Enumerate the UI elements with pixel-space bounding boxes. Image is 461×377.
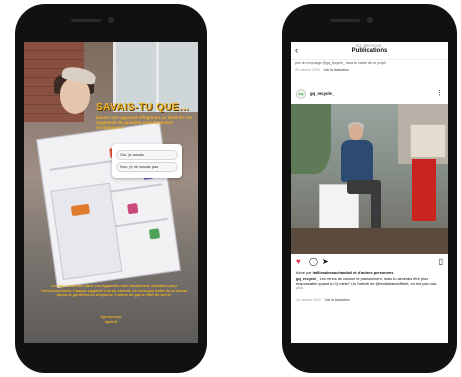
boxes-image	[410, 124, 446, 158]
caption-more-link[interactable]: plus	[296, 285, 303, 290]
comment-icon[interactable]: ◯	[309, 257, 318, 267]
bookmark-icon[interactable]: ▯	[439, 257, 443, 267]
tree-image	[291, 104, 331, 174]
post-header: GQ gq_recycle_ ⋮	[291, 87, 448, 101]
back-icon[interactable]: ‹	[295, 45, 298, 55]
previous-post-date: 26 octobre 2023	[295, 68, 320, 72]
share-icon[interactable]: ➤	[322, 257, 329, 267]
story-screen[interactable]: SAVAIS-TU QUE... laisser son appareil ré…	[24, 42, 198, 343]
page-title: Publications	[351, 48, 388, 54]
poll-option-no[interactable]: Non, je ne savais pas	[116, 162, 178, 172]
post-username[interactable]: gq_recycle_	[310, 91, 334, 96]
red-fridge-image	[412, 159, 436, 221]
likes-rest[interactable]: et d'autres personnes	[352, 270, 393, 275]
story-body-text: Les gaz contenus dans ces appareils sont…	[40, 283, 188, 298]
fridge-item	[127, 203, 139, 215]
story-question: laisser son appareil réfrigérant au bord…	[96, 115, 192, 130]
publications-header: ‹ GQ_RECYCLE_ Publications	[291, 42, 448, 60]
post-meta: 16 octobre 2023 Voir la traduction	[296, 298, 350, 302]
story-title: SAVAIS-TU QUE...	[96, 102, 190, 113]
translate-link[interactable]: Voir la traduction	[324, 68, 349, 72]
phone-speaker	[329, 19, 360, 22]
post-actions: ♥ ◯ ➤ ▯	[291, 257, 448, 269]
fridge-door-image	[50, 182, 123, 281]
poll-option-yes[interactable]: Oui, je savais	[116, 150, 178, 160]
phone-camera	[108, 17, 114, 23]
likes-user[interactable]: lafilleaubeauchandail	[313, 270, 352, 275]
phone-camera	[366, 17, 373, 23]
right-phone: ‹ GQ_RECYCLE_ Publications prix du recyc…	[282, 4, 457, 373]
man-leg-image	[371, 188, 381, 228]
story-hashtags[interactable]: #grosrecyc #ptrefr	[24, 314, 198, 324]
post-date: 16 octobre 2023	[296, 298, 321, 302]
heart-icon[interactable]: ♥	[296, 257, 301, 267]
previous-post-meta: 26 octobre 2023 Voir la traduction	[295, 68, 349, 72]
fridge-item	[148, 228, 161, 240]
post-caption: gq_recycle_ Les rénos de cuisine te pass…	[296, 276, 444, 291]
man-head-image	[349, 124, 363, 140]
more-icon[interactable]: ⋮	[436, 89, 443, 97]
story-background-image: SAVAIS-TU QUE... laisser son appareil ré…	[24, 42, 198, 343]
likes-line: Aimé par lafilleaubeauchandail et d'autr…	[296, 270, 444, 276]
poll-sticker: Oui, je savais Non, je ne savais pas	[112, 144, 182, 178]
post-photo[interactable]	[291, 104, 448, 254]
translate-link[interactable]: Voir la traduction	[325, 298, 350, 302]
avatar[interactable]: GQ	[296, 89, 306, 99]
instagram-screen: ‹ GQ_RECYCLE_ Publications prix du recyc…	[291, 42, 448, 343]
previous-post-caption: prix du recyclage @gq_recycle_ dans le c…	[295, 61, 387, 65]
phone-speaker	[71, 19, 101, 22]
man-body-image	[341, 140, 373, 182]
likes-prefix: Aimé par	[296, 270, 313, 275]
ground-image	[291, 228, 448, 254]
left-phone: SAVAIS-TU QUE... laisser son appareil ré…	[15, 4, 207, 373]
story-title-box: SAVAIS-TU QUE... laisser son appareil ré…	[96, 102, 194, 130]
